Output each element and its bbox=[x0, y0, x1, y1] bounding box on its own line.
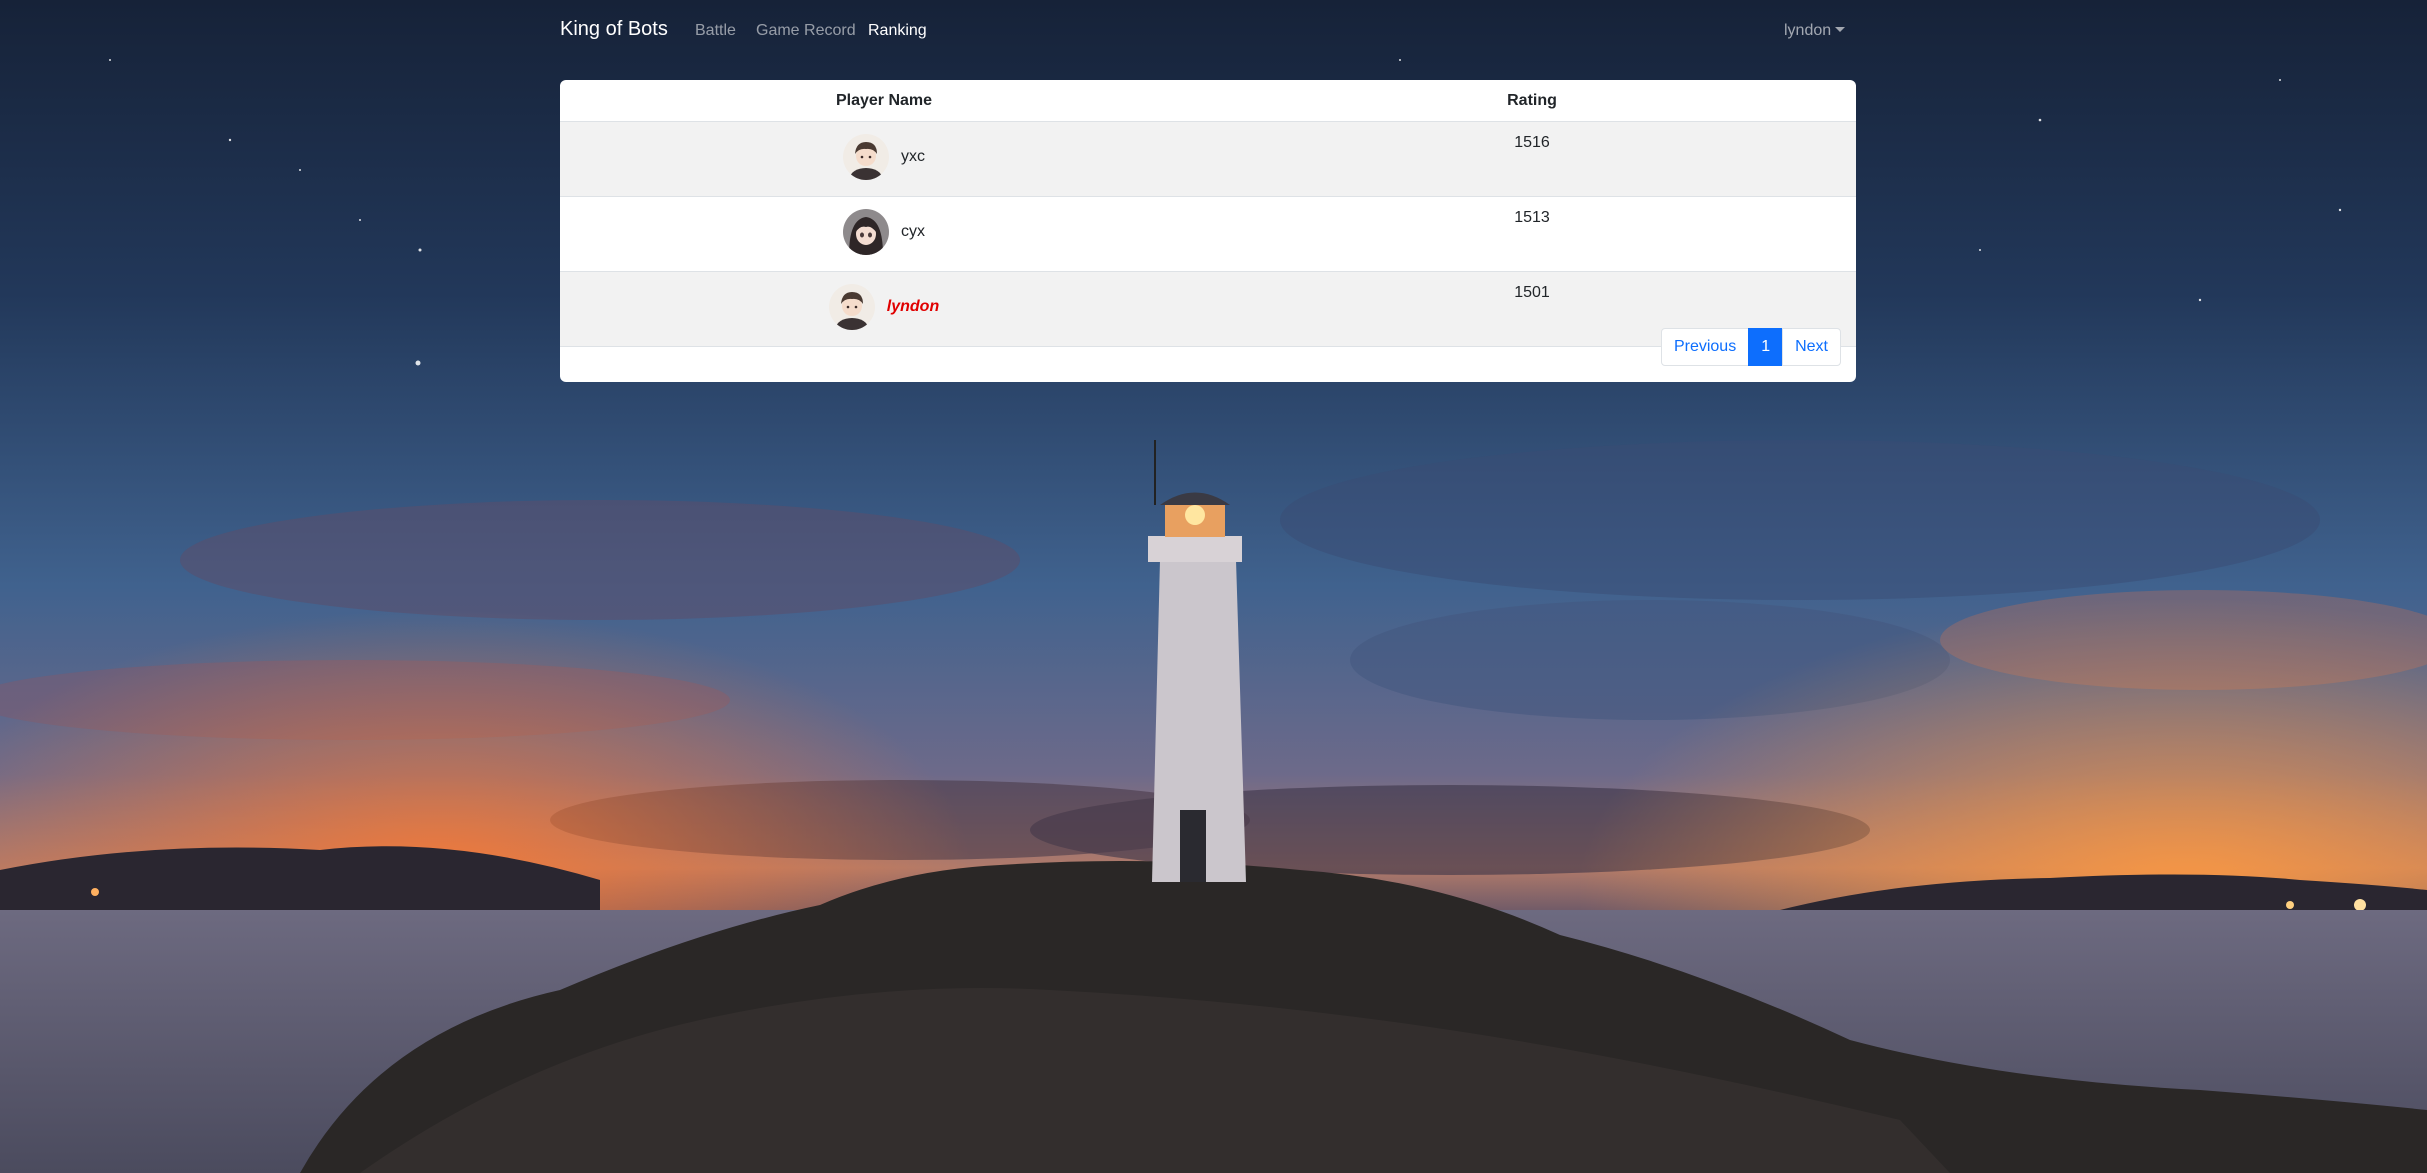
top-navbar: King of Bots Battle Game Record Ranking … bbox=[0, 0, 2427, 62]
nav-link-game-record[interactable]: Game Record bbox=[756, 22, 856, 40]
avatar-anime-boy-icon bbox=[843, 133, 889, 180]
pagination-next-button[interactable]: Next bbox=[1782, 328, 1841, 366]
table-row: cyx 1513 bbox=[560, 196, 1856, 272]
ranking-card: Player Name Rating yxc 1516 cyx 1513 lyn… bbox=[560, 80, 1856, 382]
avatar-anime-girl-icon bbox=[843, 208, 889, 255]
player-cell: yxc bbox=[560, 121, 1208, 197]
nav-link-battle[interactable]: Battle bbox=[695, 22, 736, 40]
pagination: Previous 1 Next bbox=[1660, 328, 1841, 366]
column-header-player-name: Player Name bbox=[560, 80, 1208, 122]
player-name: yxc bbox=[901, 147, 925, 165]
column-header-rating: Rating bbox=[1208, 80, 1856, 122]
table-header-row: Player Name Rating bbox=[560, 80, 1856, 122]
nav-link-ranking[interactable]: Ranking bbox=[868, 22, 927, 40]
player-name: cyx bbox=[901, 222, 925, 240]
user-name: lyndon bbox=[1784, 22, 1832, 39]
table-row: yxc 1516 bbox=[560, 121, 1856, 197]
rating-cell: 1513 bbox=[1208, 196, 1856, 272]
brand-logo-link[interactable]: King of Bots bbox=[560, 18, 668, 41]
player-name-current-user: lyndon bbox=[886, 297, 940, 315]
pagination-previous-button[interactable]: Previous bbox=[1660, 328, 1750, 366]
ranking-table: Player Name Rating yxc 1516 cyx 1513 lyn… bbox=[560, 80, 1856, 347]
player-cell: cyx bbox=[560, 196, 1208, 272]
chevron-down-icon bbox=[1835, 27, 1846, 32]
rating-cell: 1516 bbox=[1208, 121, 1856, 197]
pagination-page-1-button[interactable]: 1 bbox=[1748, 328, 1784, 366]
avatar-anime-boy-icon bbox=[828, 283, 875, 330]
user-dropdown-toggle[interactable]: lyndon bbox=[1784, 22, 1846, 40]
player-cell: lyndon bbox=[560, 271, 1208, 347]
